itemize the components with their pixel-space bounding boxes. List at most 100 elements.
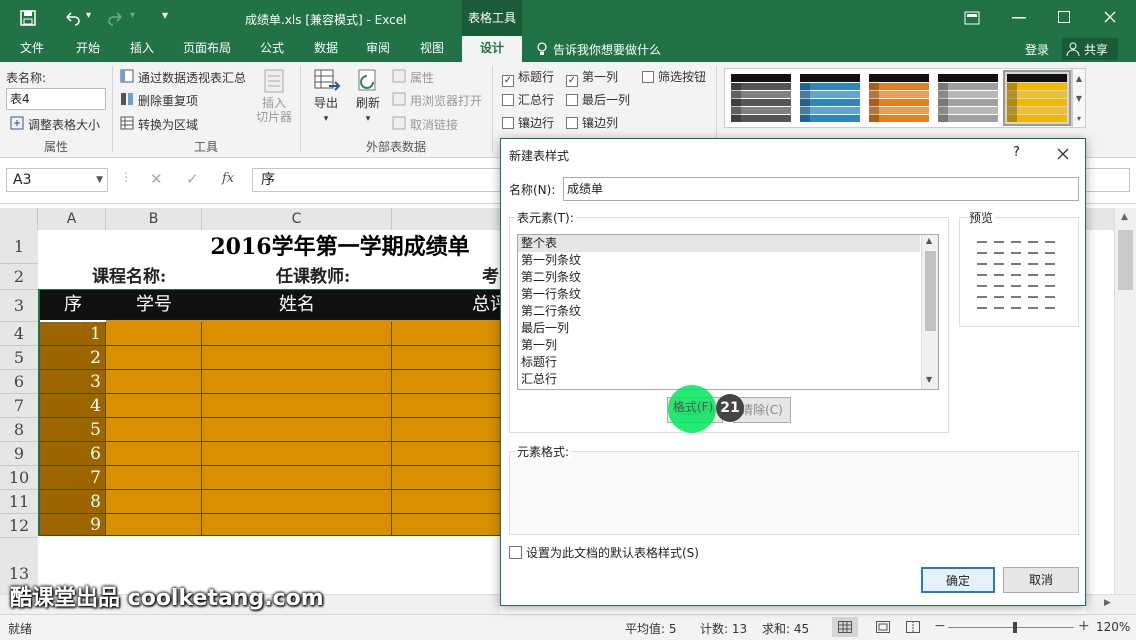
insert-function-icon[interactable]: fx	[222, 171, 234, 186]
table-cell[interactable]	[106, 514, 202, 536]
scroll-up-icon[interactable]: ▲	[1076, 74, 1082, 83]
remove-duplicates-button[interactable]: 删除重复项	[138, 92, 198, 109]
login-link[interactable]: 登录	[1025, 41, 1049, 58]
row-header[interactable]: 6	[0, 370, 38, 394]
tab-design[interactable]: 设计	[462, 36, 522, 62]
undo-icon[interactable]	[64, 10, 80, 26]
table-cell[interactable]	[106, 418, 202, 442]
tab-file[interactable]: 文件	[8, 36, 56, 62]
serial-cell[interactable]: 8	[40, 490, 106, 514]
column-header-c[interactable]: C	[202, 208, 392, 230]
list-item[interactable]: 第一列	[520, 337, 557, 354]
maximize-icon[interactable]	[1058, 11, 1070, 23]
table-cell[interactable]	[202, 394, 392, 418]
row-header[interactable]: 10	[0, 466, 38, 490]
list-scroll-down-icon[interactable]: ▼	[926, 375, 932, 384]
style-name-input[interactable]: 成绩单	[563, 177, 1079, 201]
list-item[interactable]: 第一行条纹	[520, 286, 581, 303]
minimize-icon[interactable]	[1012, 17, 1026, 19]
serial-cell[interactable]: 5	[40, 418, 106, 442]
column-header-b[interactable]: B	[106, 208, 202, 230]
status-count[interactable]: 计数: 13	[700, 620, 747, 637]
serial-cell[interactable]: 2	[40, 346, 106, 370]
table-style-thumbnail[interactable]	[729, 72, 793, 124]
export-button[interactable]: 导出 ▾	[306, 68, 346, 126]
zoom-level[interactable]: 120%	[1096, 620, 1130, 634]
row-header[interactable]: 11	[0, 490, 38, 514]
table-cell[interactable]	[202, 322, 392, 346]
close-icon[interactable]	[1104, 11, 1116, 23]
name-box[interactable]: A3 ▼	[6, 168, 108, 192]
table-cell[interactable]	[392, 442, 502, 466]
list-item[interactable]: 第二列条纹	[520, 269, 581, 286]
row-header[interactable]: 4	[0, 322, 38, 346]
serial-cell[interactable]: 9	[40, 514, 106, 536]
row-header[interactable]: 2	[0, 264, 38, 290]
last-column-checkbox[interactable]: 最后一列	[566, 91, 630, 108]
table-cell[interactable]	[202, 514, 392, 536]
status-sum[interactable]: 求和: 45	[762, 620, 809, 637]
tell-me-search[interactable]: 告诉我你想要做什么	[553, 41, 661, 58]
table-cell[interactable]	[392, 394, 502, 418]
ok-button[interactable]: 确定	[921, 567, 995, 593]
scroll-right-arrow-icon[interactable]: ▶	[1104, 598, 1111, 608]
cancel-button[interactable]: 取消	[1003, 567, 1079, 593]
page-layout-view-icon[interactable]	[876, 621, 890, 633]
vertical-scrollbar[interactable]: ▲	[1114, 208, 1136, 600]
table-cell[interactable]	[202, 370, 392, 394]
table-cell[interactable]	[392, 466, 502, 490]
help-button[interactable]: ?	[1013, 145, 1020, 160]
filter-button-checkbox[interactable]: 筛选按钮	[642, 68, 706, 85]
table-cell[interactable]	[392, 418, 502, 442]
tab-page-layout[interactable]: 页面布局	[172, 36, 242, 62]
name-box-dropdown-icon[interactable]: ▼	[96, 169, 103, 191]
serial-cell[interactable]: 7	[40, 466, 106, 490]
save-icon[interactable]	[20, 10, 36, 26]
header-cell-student-id[interactable]: 学号	[106, 290, 202, 320]
resize-table-button[interactable]: 调整表格大小	[28, 116, 100, 133]
zoom-out-icon[interactable]: −	[934, 618, 946, 634]
scroll-down-icon[interactable]: ▼	[1076, 94, 1082, 103]
list-item[interactable]: 第二行条纹	[520, 303, 581, 320]
table-style-thumbnail[interactable]	[867, 72, 931, 124]
tab-review[interactable]: 审阅	[354, 36, 402, 62]
table-cell[interactable]	[392, 490, 502, 514]
column-header-a[interactable]: A	[38, 208, 106, 230]
table-cell[interactable]	[392, 346, 502, 370]
first-column-checkbox[interactable]: ✓ 第一列	[566, 68, 618, 87]
table-cell[interactable]	[202, 466, 392, 490]
serial-cell[interactable]: 4	[40, 394, 106, 418]
table-cell[interactable]	[106, 346, 202, 370]
refresh-button[interactable]: 刷新 ▾	[348, 68, 388, 126]
serial-cell[interactable]: 6	[40, 442, 106, 466]
serial-cell[interactable]: 3	[40, 370, 106, 394]
share-button[interactable]: 共享	[1062, 38, 1118, 60]
row-header[interactable]: 12	[0, 514, 38, 538]
row-header[interactable]: 5	[0, 346, 38, 370]
table-cell[interactable]	[106, 442, 202, 466]
normal-view-button[interactable]	[832, 617, 858, 637]
ribbon-display-icon[interactable]	[964, 11, 980, 25]
table-cell[interactable]	[202, 490, 392, 514]
table-name-input[interactable]: 表4	[6, 88, 106, 110]
row-header[interactable]: 3	[0, 290, 38, 322]
horizontal-scrollbar[interactable]: ▶	[1086, 594, 1136, 614]
table-cell[interactable]	[202, 346, 392, 370]
table-cell[interactable]	[106, 322, 202, 346]
list-item[interactable]: 标题行	[520, 354, 557, 371]
table-cell[interactable]	[202, 418, 392, 442]
list-item[interactable]: 汇总行	[520, 371, 557, 388]
table-cell[interactable]	[392, 514, 502, 536]
select-all-corner[interactable]	[0, 208, 38, 230]
zoom-slider-thumb[interactable]	[1013, 622, 1017, 633]
header-row-checkbox[interactable]: ✓ 标题行	[502, 68, 554, 87]
table-cell[interactable]	[392, 322, 502, 346]
course-name-label[interactable]: 课程名称:	[92, 264, 166, 290]
header-cell-serial[interactable]: 序	[40, 290, 106, 320]
table-style-thumbnail[interactable]	[936, 72, 1000, 124]
default-style-checkbox[interactable]: 设置为此文档的默认表格样式(S)	[509, 544, 699, 561]
scroll-up-arrow-icon[interactable]: ▲	[1121, 212, 1128, 222]
tab-formulas[interactable]: 公式	[248, 36, 296, 62]
header-cell-name[interactable]: 姓名	[202, 290, 392, 320]
undo-dropdown-icon[interactable]: ▾	[86, 10, 91, 21]
